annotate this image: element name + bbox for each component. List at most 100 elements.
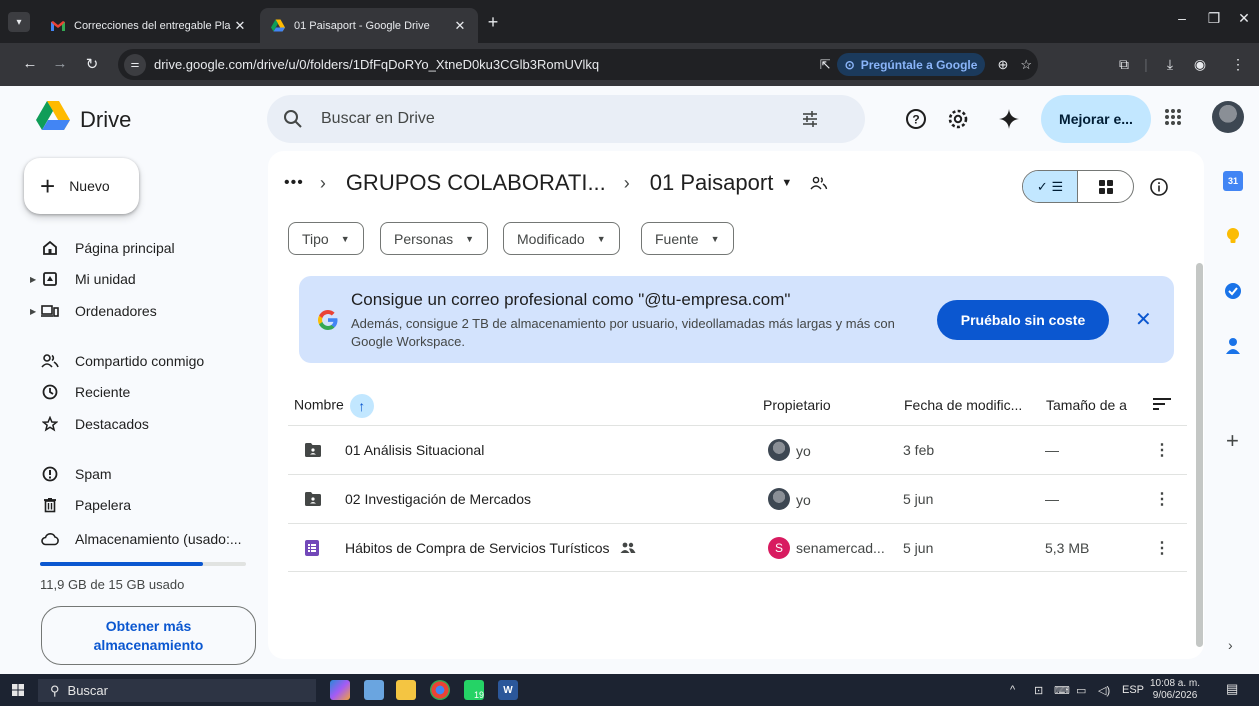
site-settings-icon[interactable]: ⚌	[124, 53, 146, 76]
column-header-size[interactable]: Tamaño de a	[1046, 397, 1127, 413]
chrome-icon[interactable]	[430, 680, 450, 700]
url-text[interactable]: drive.google.com/drive/u/0/folders/1DfFq…	[154, 57, 814, 72]
extensions-icon[interactable]: ⧉	[1114, 56, 1134, 73]
chrome-menu-icon[interactable]: ⋮	[1228, 56, 1248, 73]
teams-people-icon[interactable]	[364, 680, 384, 700]
filter-type-chip[interactable]: Tipo ▼	[288, 222, 364, 255]
google-apps-icon[interactable]	[1164, 108, 1182, 126]
close-tab-icon[interactable]: ✕	[452, 18, 468, 34]
browser-tab-drive[interactable]: 01 Paisaport - Google Drive ✕	[260, 8, 478, 43]
column-header-owner[interactable]: Propietario	[763, 397, 831, 413]
bookmark-star-icon[interactable]: ☆	[1020, 57, 1032, 73]
sidebar-item-label: Página principal	[75, 240, 175, 256]
sidebar-item-computers[interactable]: ▶ Ordenadores	[30, 299, 157, 323]
folder-menu-dropdown-icon[interactable]: ▼	[781, 177, 792, 189]
taskbar-search[interactable]: ⚲ Buscar	[38, 679, 316, 702]
info-icon[interactable]	[1149, 177, 1169, 197]
more-actions-icon[interactable]: ⋮	[1154, 489, 1170, 509]
tasks-icon[interactable]	[1223, 281, 1243, 301]
volume-icon[interactable]: ◁)	[1098, 684, 1110, 697]
drive-logo-icon[interactable]	[36, 101, 70, 131]
notification-center-icon[interactable]: ▤	[1226, 681, 1244, 699]
clock[interactable]: 10:08 a. m. 9/06/2026	[1150, 678, 1200, 702]
search-icon[interactable]	[283, 109, 303, 129]
file-name[interactable]: 02 Investigación de Mercados	[345, 491, 531, 507]
new-tab-button[interactable]: +	[482, 12, 504, 33]
word-icon[interactable]: W	[498, 680, 518, 700]
search-bar[interactable]	[267, 95, 865, 143]
sidebar-item-recent[interactable]: Reciente	[40, 380, 130, 404]
filter-chip-label: Tipo	[302, 230, 329, 247]
calendar-icon[interactable]: 31	[1223, 171, 1243, 191]
sidebar-item-storage[interactable]: Almacenamiento (usado:...	[40, 527, 242, 551]
sidebar-item-shared[interactable]: Compartido conmigo	[40, 349, 204, 373]
sidebar-item-home[interactable]: Página principal	[40, 236, 175, 260]
get-more-storage-button[interactable]: Obtener más almacenamiento	[41, 606, 256, 665]
address-bar[interactable]: ⚌ drive.google.com/drive/u/0/folders/1Df…	[118, 49, 1038, 80]
sort-ascending-arrow-icon[interactable]: ↑	[349, 394, 374, 418]
try-free-button[interactable]: Pruébalo sin coste	[937, 300, 1109, 340]
copilot-icon[interactable]	[330, 680, 350, 700]
file-explorer-icon[interactable]	[396, 680, 416, 700]
contacts-icon[interactable]	[1223, 336, 1243, 356]
breadcrumb-current-folder[interactable]: 01 Paisaport	[650, 170, 774, 196]
input-method-icon[interactable]: ⌨	[1054, 684, 1070, 697]
list-view-button[interactable]: ✓ ☰	[1023, 171, 1079, 202]
sidebar-item-trash[interactable]: Papelera	[40, 493, 131, 517]
back-arrow-icon[interactable]: ←	[20, 55, 40, 72]
restore-window-button[interactable]: ❐	[1204, 10, 1224, 27]
account-avatar[interactable]	[1212, 101, 1244, 133]
keep-icon[interactable]	[1223, 226, 1243, 246]
settings-gear-icon[interactable]	[946, 107, 970, 131]
show-side-panel-icon[interactable]: ›	[1228, 637, 1233, 653]
search-options-icon[interactable]	[801, 110, 819, 128]
more-actions-icon[interactable]: ⋮	[1154, 440, 1170, 460]
reload-icon[interactable]: ↻	[82, 55, 102, 73]
expand-arrow-icon[interactable]: ▶	[30, 275, 36, 284]
grid-view-button[interactable]	[1078, 171, 1133, 202]
minimize-window-button[interactable]: –	[1172, 10, 1192, 26]
profile-avatar-icon[interactable]: ◉	[1190, 56, 1210, 73]
windows-start-icon[interactable]	[12, 684, 24, 696]
meet-now-icon[interactable]: ⊡	[1034, 684, 1043, 697]
gemini-sparkle-icon[interactable]	[997, 107, 1021, 131]
clock-time: 10:08 a. m.	[1150, 678, 1201, 689]
storage-usage-fill	[40, 562, 203, 566]
add-addon-icon[interactable]: +	[1226, 428, 1239, 454]
close-window-button[interactable]: ✕	[1234, 10, 1254, 27]
close-tab-icon[interactable]: ✕	[232, 18, 248, 34]
upgrade-storage-button[interactable]: Mejorar e...	[1041, 95, 1151, 143]
show-hidden-icons-icon[interactable]: ^	[1010, 684, 1015, 696]
sidebar-item-starred[interactable]: Destacados	[40, 412, 149, 436]
browser-tab-gmail[interactable]: Correcciones del entregable Pla ✕	[40, 8, 258, 43]
expand-arrow-icon[interactable]: ▶	[30, 307, 36, 316]
sort-options-icon[interactable]	[1153, 396, 1171, 412]
download-icon[interactable]: ⤓	[1160, 56, 1180, 73]
scrollbar[interactable]	[1196, 263, 1203, 647]
file-name[interactable]: Hábitos de Compra de Servicios Turístico…	[345, 540, 636, 556]
column-header-name[interactable]: Nombre ↑	[294, 394, 374, 418]
language-indicator[interactable]: ESP	[1122, 684, 1144, 696]
filter-people-chip[interactable]: Personas ▼	[380, 222, 489, 255]
column-header-modified[interactable]: Fecha de modific...	[904, 397, 1022, 413]
close-icon[interactable]: ✕	[1135, 310, 1152, 330]
forward-arrow-icon[interactable]: →	[50, 55, 70, 72]
new-button[interactable]: + Nuevo	[24, 158, 139, 214]
app-name[interactable]: Drive	[80, 107, 131, 133]
breadcrumb-parent-folder[interactable]: GRUPOS COLABORATI...	[346, 170, 606, 196]
file-name[interactable]: 01 Análisis Situacional	[345, 442, 484, 458]
zoom-icon[interactable]: ⊕	[997, 57, 1008, 73]
breadcrumb-overflow-button[interactable]: •••	[284, 174, 304, 192]
sidebar-item-spam[interactable]: Spam	[40, 462, 112, 486]
open-in-app-icon[interactable]: ⇱	[820, 57, 831, 73]
search-input[interactable]	[321, 110, 781, 128]
filter-source-chip[interactable]: Fuente ▼	[641, 222, 734, 255]
tab-search-button[interactable]: ▾	[8, 12, 30, 32]
help-icon[interactable]: ?	[904, 107, 928, 131]
more-actions-icon[interactable]: ⋮	[1154, 538, 1170, 558]
ask-google-button[interactable]: ⊙ Pregúntale a Google	[836, 53, 986, 76]
sidebar-item-my-drive[interactable]: ▶ Mi unidad	[30, 267, 136, 291]
whatsapp-icon[interactable]: 19	[464, 680, 484, 700]
network-icon[interactable]: ▭	[1076, 684, 1086, 697]
filter-modified-chip[interactable]: Modificado ▼	[503, 222, 620, 255]
